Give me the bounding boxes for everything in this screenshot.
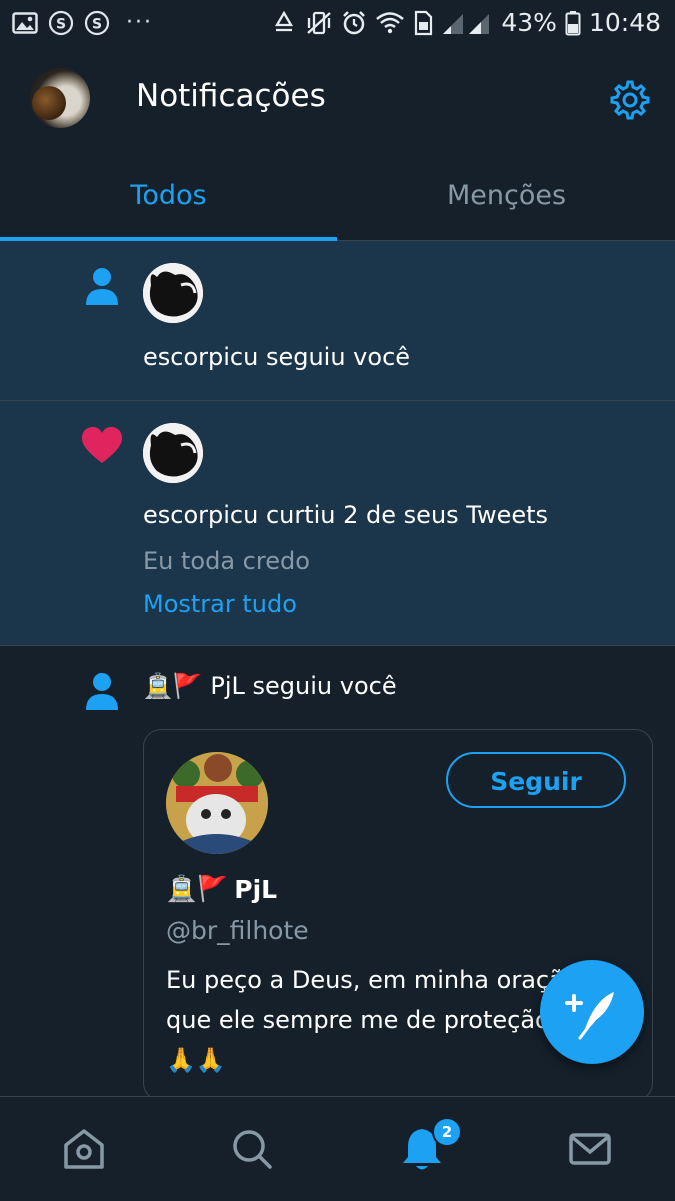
compose-tweet-button[interactable] [540, 960, 644, 1064]
user-handle: @br_filhote [166, 916, 309, 945]
battery-percent: 43% [501, 8, 557, 37]
heart-icon [82, 427, 122, 465]
user-avatar[interactable] [166, 752, 268, 854]
settings-gear-icon[interactable] [608, 78, 652, 122]
notification-like[interactable]: escorpicu curtiu 2 de seus Tweets Eu tod… [0, 401, 675, 646]
recycle-icon [271, 10, 297, 36]
s-icon: S [48, 10, 74, 36]
alarm-icon [341, 10, 367, 36]
tweet-preview: Eu toda credo [143, 547, 310, 575]
show-all-link[interactable]: Mostrar tudo [143, 590, 297, 618]
person-icon [82, 265, 122, 307]
gallery-icon [12, 11, 38, 35]
user-avatar[interactable] [143, 263, 203, 323]
user-name: PjL [234, 874, 278, 904]
signal-icon [441, 10, 493, 36]
notification-tabs: Todos Menções [0, 148, 675, 241]
battery-icon [565, 10, 581, 36]
notification-text: escorpicu curtiu 2 de seus Tweets [143, 501, 549, 529]
wifi-icon [375, 10, 405, 36]
svg-text:S: S [92, 17, 102, 33]
user-display-name: 🚊🚩 PjL [166, 874, 277, 904]
more-dots-icon: ··· [126, 10, 153, 35]
tab-todos[interactable]: Todos [0, 148, 337, 240]
app-header: Notificações [0, 48, 675, 148]
bottom-navigation: 2 [0, 1096, 675, 1201]
profile-avatar[interactable] [30, 68, 90, 128]
vibrate-icon [305, 10, 333, 36]
follow-button[interactable]: Seguir [446, 752, 626, 808]
page-title: Notificações [136, 78, 326, 114]
notification-text: 🚊🚩 PjL seguiu você [143, 672, 397, 700]
notification-count-badge: 2 [432, 1117, 462, 1147]
person-icon [82, 670, 122, 712]
user-avatar[interactable] [143, 423, 203, 483]
messages-mail-icon[interactable] [566, 1125, 614, 1173]
name-emojis: 🚊🚩 [166, 874, 229, 903]
search-icon[interactable] [228, 1125, 276, 1173]
clock: 10:48 [588, 8, 661, 37]
notification-follow[interactable]: escorpicu seguiu você [0, 241, 675, 401]
home-icon[interactable] [60, 1125, 108, 1173]
status-bar: S S ··· 43% 10:48 [0, 0, 675, 48]
compose-feather-icon [565, 992, 614, 1040]
tab-mencoes[interactable]: Menções [338, 148, 675, 240]
sim-icon [413, 10, 433, 36]
svg-text:S: S [56, 17, 66, 33]
notification-text: escorpicu seguiu você [143, 343, 411, 371]
s-icon: S [84, 10, 110, 36]
